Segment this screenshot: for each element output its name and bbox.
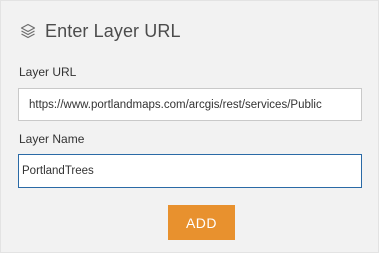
layer-name-label: Layer Name [19,132,85,146]
layers-icon [19,22,37,40]
panel-header: Enter Layer URL [19,19,181,43]
panel-title: Enter Layer URL [45,20,181,41]
add-button[interactable]: ADD [168,205,235,240]
layer-url-input[interactable] [18,88,362,121]
enter-layer-url-panel: Enter Layer URL Layer URL Layer Name ADD [0,0,379,253]
layer-url-label: Layer URL [19,65,77,79]
layer-name-input[interactable] [18,154,362,188]
